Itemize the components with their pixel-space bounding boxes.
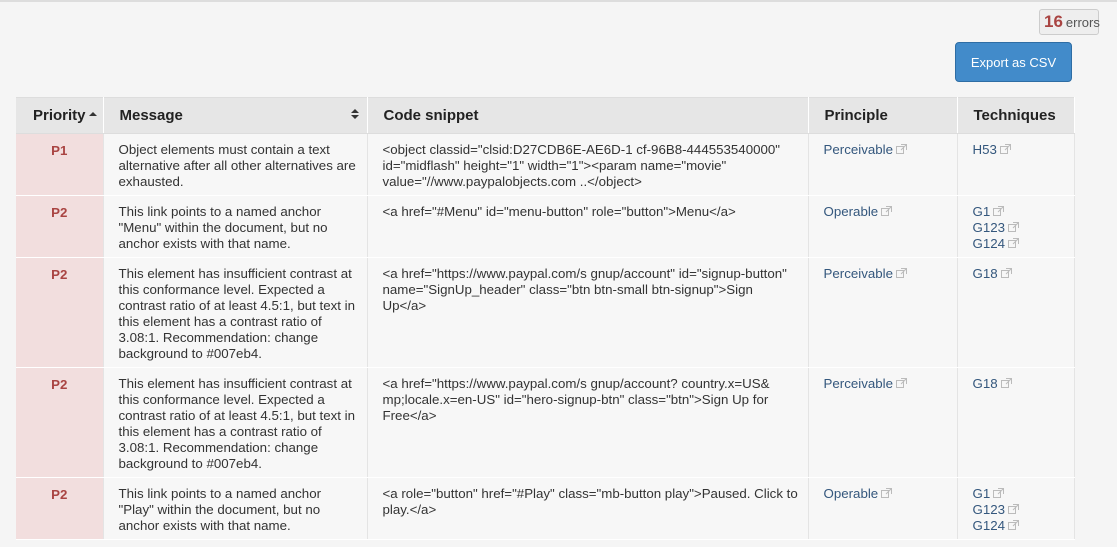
code-header-label: Code snippet <box>383 107 479 124</box>
principle-cell: Perceivable <box>808 367 958 478</box>
error-count: 16 <box>1044 12 1063 31</box>
principle-cell: Operable <box>808 195 958 258</box>
external-link-icon <box>1000 268 1012 278</box>
principle-link[interactable]: Perceivable <box>824 376 893 391</box>
error-count-badge: 16 errors <box>1039 9 1100 35</box>
techniques-cell: G1 G123 G124 <box>957 477 1075 540</box>
top-border <box>0 0 1117 2</box>
techniques-cell: G18 <box>957 257 1075 368</box>
principle-link[interactable]: Operable <box>824 486 879 501</box>
external-link-icon <box>993 488 1005 498</box>
message-cell: This element has insufficient contrast a… <box>103 367 368 478</box>
table-row: P2 This link points to a named anchor "Pl… <box>16 477 1075 540</box>
message-header-label: Message <box>119 107 183 124</box>
principle-link[interactable]: Operable <box>824 204 879 219</box>
technique-link[interactable]: H53 <box>973 142 997 157</box>
techniques-column-header: Techniques <box>957 97 1075 134</box>
code-column-header: Code snippet <box>367 97 809 134</box>
message-cell: Object elements must contain a text alte… <box>103 133 368 196</box>
techniques-cell: G18 <box>957 367 1075 478</box>
external-link-icon <box>881 206 893 216</box>
code-snippet-cell: <a href="https://www.paypal.com/s gnup/a… <box>367 257 809 368</box>
export-csv-button[interactable]: Export as CSV <box>955 42 1072 82</box>
external-link-icon <box>1008 238 1020 248</box>
table-header-row: Priority Message Code snippet Principle … <box>16 97 1075 134</box>
priority-cell: P2 <box>16 257 104 368</box>
techniques-cell: G1 G123 G124 <box>957 195 1075 258</box>
external-link-icon <box>1008 222 1020 232</box>
principle-link[interactable]: Perceivable <box>824 266 893 281</box>
principle-cell: Operable <box>808 477 958 540</box>
priority-cell: P2 <box>16 477 104 540</box>
priority-header-label: Priority <box>33 107 86 124</box>
technique-link[interactable]: G1 <box>973 486 991 501</box>
message-cell: This link points to a named anchor "Menu… <box>103 195 368 258</box>
message-cell: This element has insufficient contrast a… <box>103 257 368 368</box>
code-snippet-cell: <object classid="clsid:D27CDB6E-AE6D-1 c… <box>367 133 809 196</box>
results-table: Priority Message Code snippet Principle … <box>16 97 1075 540</box>
sort-icon <box>350 109 359 119</box>
techniques-cell: H53 <box>957 133 1075 196</box>
techniques-header-label: Techniques <box>973 107 1056 124</box>
external-link-icon <box>881 488 893 498</box>
table-row: P2 This element has insufficient contrast… <box>16 367 1075 478</box>
message-column-header[interactable]: Message <box>103 97 368 134</box>
priority-cell: P1 <box>16 133 104 196</box>
technique-link[interactable]: G123 <box>973 502 1006 517</box>
principle-header-label: Principle <box>824 107 888 124</box>
principle-cell: Perceivable <box>808 257 958 368</box>
code-snippet-cell: <a role="button" href="#Play" class="mb-… <box>367 477 809 540</box>
external-link-icon <box>1000 378 1012 388</box>
principle-cell: Perceivable <box>808 133 958 196</box>
table-row: P1 Object elements must contain a text al… <box>16 133 1075 196</box>
external-link-icon <box>1008 504 1020 514</box>
principle-column-header: Principle <box>808 97 958 134</box>
table-row: P2 This link points to a named anchor "Me… <box>16 195 1075 258</box>
error-label: errors <box>1065 14 1100 30</box>
technique-link[interactable]: G124 <box>973 236 1006 251</box>
technique-link[interactable]: G124 <box>973 518 1006 533</box>
external-link-icon <box>999 144 1011 154</box>
message-cell: This link points to a named anchor "Play… <box>103 477 368 540</box>
priority-cell: P2 <box>16 195 104 258</box>
external-link-icon <box>895 144 907 154</box>
sort-ascending-icon <box>88 112 97 117</box>
technique-link[interactable]: G18 <box>973 266 998 281</box>
external-link-icon <box>895 268 907 278</box>
code-snippet-cell: <a href="#Menu" id="menu-button" role="b… <box>367 195 809 258</box>
technique-link[interactable]: G123 <box>973 220 1006 235</box>
principle-link[interactable]: Perceivable <box>824 142 893 157</box>
table-row: P2 This element has insufficient contrast… <box>16 257 1075 368</box>
external-link-icon <box>993 206 1005 216</box>
priority-column-header[interactable]: Priority <box>16 97 104 134</box>
technique-link[interactable]: G1 <box>973 204 991 219</box>
priority-cell: P2 <box>16 367 104 478</box>
external-link-icon <box>895 378 907 388</box>
code-snippet-cell: <a href="https://www.paypal.com/s gnup/a… <box>367 367 809 478</box>
technique-link[interactable]: G18 <box>973 376 998 391</box>
external-link-icon <box>1008 520 1020 530</box>
